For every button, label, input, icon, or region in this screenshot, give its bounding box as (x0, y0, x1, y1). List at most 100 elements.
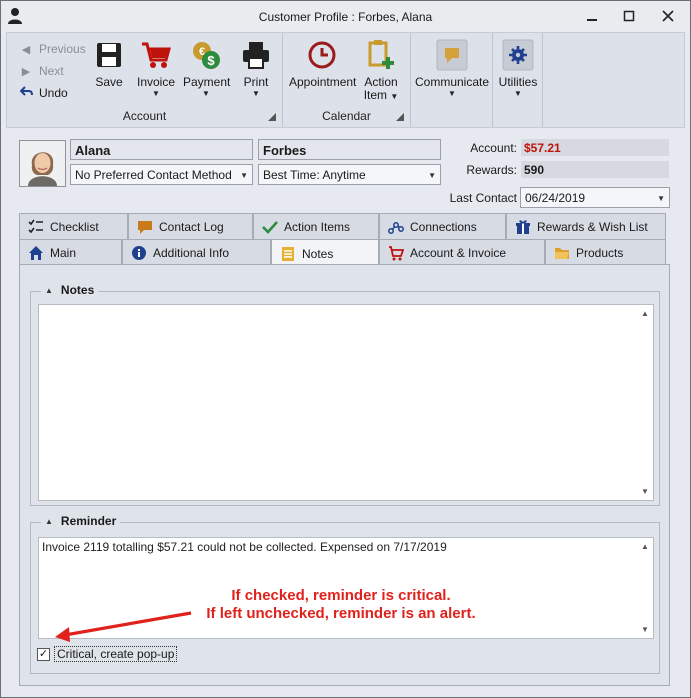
tab-rewards-wish-list-label: Rewards & Wish List (537, 219, 648, 234)
first-name-field[interactable]: Alana (70, 139, 253, 160)
notes-section-header[interactable]: ▲ Notes (41, 283, 99, 297)
shopping-cart-icon (131, 37, 181, 73)
connections-icon (388, 219, 404, 235)
tab-contact-log-label: Contact Log (159, 219, 224, 234)
scroll-up-icon[interactable]: ▲ (637, 309, 653, 318)
info-icon (131, 245, 147, 261)
save-label: Save (95, 75, 123, 89)
next-label: Next (39, 64, 64, 78)
floppy-disk-icon (91, 37, 127, 73)
last-contact-date[interactable]: 06/24/2019 ▼ (520, 187, 670, 208)
last-contact-label: Last Contact (449, 191, 517, 205)
chevron-down-icon: ▼ (240, 171, 248, 180)
next-button[interactable]: ▶ Next (19, 61, 64, 81)
appointment-button[interactable]: Appointment (289, 37, 357, 101)
close-button[interactable] (658, 7, 678, 25)
ribbon: ◀ Previous ▶ Next Undo Save Invoice ▼ € … (6, 32, 685, 128)
reminder-scrollbar[interactable]: ▲ ▼ (637, 538, 653, 638)
tab-additional-info[interactable]: Additional Info (122, 239, 271, 265)
tab-main[interactable]: Main (19, 239, 122, 265)
utilities-label: Utilities (498, 75, 538, 89)
scroll-up-icon[interactable]: ▲ (637, 542, 653, 551)
tab-main-label: Main (50, 245, 77, 260)
previous-button[interactable]: ◀ Previous (19, 39, 86, 59)
save-button[interactable]: Save (91, 37, 127, 101)
collapse-triangle-icon[interactable]: ▲ (45, 286, 53, 295)
tab-contact-log[interactable]: Contact Log (128, 213, 253, 239)
tab-additional-info-label: Additional Info (153, 245, 230, 260)
coins-icon: € $ (183, 37, 229, 73)
clock-icon (289, 37, 355, 73)
clipboard-add-icon (361, 37, 401, 73)
critical-popup-checkbox[interactable]: ✓ (37, 647, 50, 661)
critical-popup-label[interactable]: Critical, create pop-up (54, 646, 178, 662)
reminder-text: Invoice 2119 totalling $57.21 could not … (42, 540, 447, 554)
notes-section: ▲ Notes ▲ ▼ (30, 283, 660, 506)
tab-action-items[interactable]: Action Items (253, 213, 379, 239)
group-expander-icon[interactable] (396, 113, 404, 121)
tab-notes[interactable]: Notes (271, 239, 379, 267)
contact-method-select[interactable]: No Preferred Contact Method ▼ (70, 164, 253, 185)
minimize-button[interactable] (582, 7, 602, 25)
tab-account-invoice[interactable]: Account & Invoice (379, 239, 545, 265)
scroll-down-icon[interactable]: ▼ (637, 487, 653, 496)
communicate-group: Communicate ▼ (411, 33, 493, 127)
action-item-button[interactable]: Action Item ▼ (361, 37, 401, 102)
notes-scrollbar[interactable]: ▲ ▼ (637, 305, 653, 500)
account-label: Account: (470, 141, 517, 155)
tab-rewards-wish-list[interactable]: Rewards & Wish List (506, 213, 666, 239)
calendar-group-label: Calendar (322, 109, 371, 123)
invoice-button[interactable]: Invoice ▼ (131, 37, 181, 101)
critical-popup-checkbox-row[interactable]: ✓ Critical, create pop-up (37, 646, 178, 662)
arrow-left-icon: ◀ (21, 43, 31, 56)
checkmark-icon (262, 219, 278, 235)
chevron-down-icon: ▼ (448, 89, 456, 98)
chevron-down-icon: ▼ (152, 89, 160, 98)
best-time-select[interactable]: Best Time: Anytime ▼ (258, 164, 441, 185)
gift-icon (515, 219, 531, 235)
chevron-down-icon: ▼ (252, 89, 260, 98)
invoice-label: Invoice (136, 75, 176, 89)
maximize-button[interactable] (619, 7, 639, 25)
reminder-heading: Reminder (60, 514, 117, 528)
chat-bubble-icon (137, 219, 153, 235)
tab-products[interactable]: Products (545, 239, 666, 265)
notepad-icon (280, 246, 296, 262)
reminder-section-header[interactable]: ▲ Reminder (41, 514, 121, 528)
account-group-label: Account (122, 109, 167, 123)
utilities-group: Utilities ▼ (493, 33, 543, 127)
chevron-down-icon: ▼ (657, 194, 665, 203)
home-icon (28, 245, 44, 261)
best-time-value: Best Time: Anytime (263, 168, 366, 182)
action-item-label: Action Item ▼ (363, 75, 399, 102)
tab-action-items-label: Action Items (284, 219, 351, 234)
tab-checklist[interactable]: Checklist (19, 213, 128, 239)
checklist-icon (28, 219, 44, 235)
chevron-down-icon: ▼ (202, 89, 210, 98)
communicate-button[interactable]: Communicate ▼ (415, 37, 489, 101)
payment-button[interactable]: € $ Payment ▼ (183, 37, 231, 101)
checkmark-icon: ✓ (38, 647, 49, 660)
tab-connections-label: Connections (410, 219, 477, 234)
group-expander-icon[interactable] (268, 113, 276, 121)
chevron-down-icon: ▼ (428, 171, 436, 180)
customer-avatar[interactable] (19, 140, 66, 187)
rewards-value: 590 (521, 161, 669, 178)
scroll-down-icon[interactable]: ▼ (637, 625, 653, 634)
collapse-triangle-icon[interactable]: ▲ (45, 517, 53, 526)
contact-method-value: No Preferred Contact Method (75, 168, 232, 182)
utilities-button[interactable]: Utilities ▼ (497, 37, 539, 101)
account-balance: $57.21 (521, 139, 669, 156)
payment-label: Payment (183, 75, 231, 89)
last-name-field[interactable]: Forbes (258, 139, 441, 160)
tab-notes-label: Notes (302, 246, 334, 261)
tab-connections[interactable]: Connections (379, 213, 506, 239)
appointment-label: Appointment (289, 75, 357, 89)
tab-account-invoice-label: Account & Invoice (410, 245, 507, 260)
undo-button[interactable]: Undo (19, 83, 68, 103)
annotation-line-2: If left unchecked, reminder is an alert. (206, 605, 476, 622)
account-group: ◀ Previous ▶ Next Undo Save Invoice ▼ € … (7, 33, 283, 127)
print-button[interactable]: Print ▼ (236, 37, 276, 101)
tab-checklist-label: Checklist (50, 219, 99, 234)
notes-textarea[interactable]: ▲ ▼ (38, 304, 654, 501)
